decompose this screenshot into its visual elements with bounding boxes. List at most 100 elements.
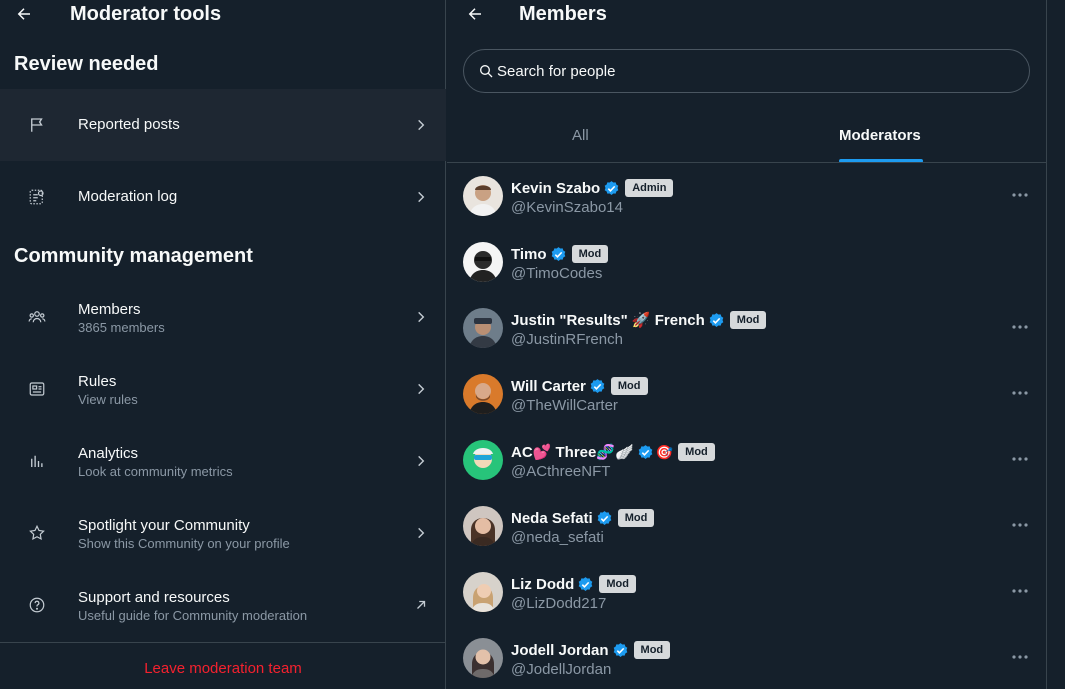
member-name-line: Justin "Results" 🚀 French Mod [511,310,767,330]
support-sub: Useful guide for Community moderation [78,608,308,623]
member-name-line: Jodell Jordan Mod [511,640,671,660]
search-box[interactable] [463,49,1030,93]
verified-badge-icon [637,444,654,461]
leave-moderation-team-button[interactable]: Leave moderation team [0,660,446,677]
member-name[interactable]: Jodell Jordan [511,642,609,659]
member-name-line: Neda Sefati Mod [511,508,655,528]
analytics-item[interactable]: Analytics Look at community metrics [0,425,446,497]
members-panel: Members All Moderators Kevin Szabo Admin… [447,0,1047,689]
affiliate-badge: 🎯 [655,443,674,460]
role-badge: Mod [599,575,636,593]
member-name-line: Kevin Szabo Admin [511,178,674,198]
verified-badge-icon [603,180,620,197]
role-badge: Admin [625,179,674,197]
role-badge: Mod [617,509,655,527]
chevron-right-icon [412,523,430,543]
rules-item[interactable]: Rules View rules [0,353,446,425]
chevron-right-icon [412,379,430,399]
search-icon [480,65,493,78]
more-options-icon[interactable] [1009,519,1031,531]
member-name[interactable]: Kevin Szabo [511,180,600,197]
moderator-tools-header: Moderator tools [0,0,445,30]
chevron-right-icon [412,115,430,135]
spotlight-item[interactable]: Spotlight your Community Show this Commu… [0,497,446,569]
member-row[interactable]: Jodell Jordan Mod @JodellJordan [447,629,1046,689]
member-handle: @TimoCodes [511,265,603,282]
members-count: 3865 members [78,320,165,335]
chevron-right-icon [412,187,430,207]
member-name-line: Timo Mod [511,244,609,264]
rules-icon [27,379,47,399]
member-row[interactable]: Justin "Results" 🚀 French Mod @JustinRFr… [447,299,1046,365]
moderation-log-item[interactable]: Moderation log [0,161,446,233]
chevron-right-icon [412,451,430,471]
verified-badge-icon [708,312,725,329]
member-row[interactable]: AC💕 Three🧬🪽 🎯 Mod @ACthreeNFT [447,431,1046,497]
back-arrow-icon[interactable] [13,3,35,25]
divider [0,642,446,643]
member-row[interactable]: Will Carter Mod @TheWillCarter [447,365,1046,431]
search-input[interactable] [497,60,997,82]
member-name-line: Will Carter Mod [511,376,648,396]
member-name[interactable]: Will Carter [511,378,586,395]
member-name[interactable]: AC💕 Three🧬🪽 [511,443,634,461]
more-options-icon[interactable] [1009,585,1031,597]
member-name[interactable]: Liz Dodd [511,576,574,593]
avatar[interactable] [463,638,503,678]
moderation-log-label: Moderation log [78,188,178,205]
members-item[interactable]: Members 3865 members [0,281,446,353]
review-needed-heading: Review needed [14,53,159,75]
member-handle: @neda_sefati [511,529,604,546]
support-label: Support and resources [78,589,230,606]
reported-posts-label: Reported posts [78,116,180,133]
members-title: Members [519,3,607,25]
verified-badge-icon [577,576,594,593]
tabs-divider [447,162,1046,163]
support-item[interactable]: Support and resources Useful guide for C… [0,569,446,641]
spotlight-sub: Show this Community on your profile [78,536,290,551]
member-handle: @KevinSzabo14 [511,199,623,216]
member-row[interactable]: Liz Dodd Mod @LizDodd217 [447,563,1046,629]
more-options-icon[interactable] [1009,651,1031,663]
more-options-icon[interactable] [1009,321,1031,333]
verified-badge-icon [596,510,613,527]
avatar[interactable] [463,440,503,480]
page-title: Moderator tools [70,3,222,25]
avatar[interactable] [463,242,503,282]
moderation-log-icon [27,187,47,207]
more-options-icon[interactable] [1009,387,1031,399]
tab-all[interactable]: All [572,127,589,144]
member-name-line: AC💕 Three🧬🪽 🎯 Mod [511,442,715,462]
member-name[interactable]: Neda Sefati [511,510,593,527]
community-management-heading: Community management [14,245,253,267]
avatar[interactable] [463,308,503,348]
help-icon [27,595,47,615]
role-badge: Mod [729,311,767,329]
member-row[interactable]: Kevin Szabo Admin @KevinSzabo14 [447,167,1046,233]
rules-sub: View rules [78,392,138,407]
analytics-sub: Look at community metrics [78,464,233,479]
avatar[interactable] [463,176,503,216]
tab-moderators[interactable]: Moderators [839,127,921,144]
avatar[interactable] [463,572,503,612]
avatar[interactable] [463,506,503,546]
member-row[interactable]: Timo Mod @TimoCodes [447,233,1046,299]
member-row[interactable]: Neda Sefati Mod @neda_sefati [447,497,1046,563]
role-badge: Mod [610,377,648,395]
analytics-icon [27,451,47,471]
reported-posts-item[interactable]: Reported posts [0,89,446,161]
star-icon [27,523,47,543]
member-handle: @ACthreeNFT [511,463,611,480]
member-name[interactable]: Timo [511,246,547,263]
member-handle: @LizDodd217 [511,595,607,612]
more-options-icon[interactable] [1009,189,1031,201]
role-badge: Mod [633,641,671,659]
member-name-line: Liz Dodd Mod [511,574,636,594]
members-icon [27,307,47,327]
member-name[interactable]: Justin "Results" 🚀 French [511,311,705,329]
avatar[interactable] [463,374,503,414]
flag-icon [27,115,47,135]
verified-badge-icon [589,378,606,395]
back-arrow-icon[interactable] [464,3,486,25]
more-options-icon[interactable] [1009,453,1031,465]
